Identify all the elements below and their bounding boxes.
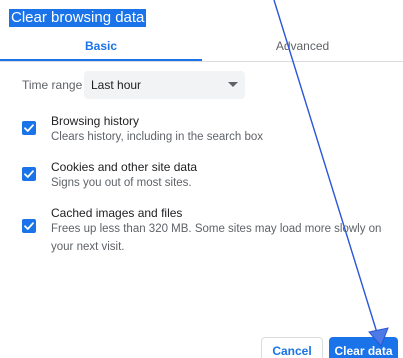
tab-divider [0, 61, 403, 62]
browsing-history-title: Browsing history [51, 114, 140, 128]
tab-basic[interactable]: Basic [0, 34, 202, 62]
time-range-value: Last hour [91, 78, 142, 92]
clear-browsing-data-dialog: Clear browsing data Basic Advanced Time … [0, 0, 403, 358]
tab-bar: Basic Advanced [0, 34, 403, 62]
cookies-checkbox[interactable] [22, 167, 36, 181]
dropdown-arrow-icon [228, 82, 238, 87]
cached-images-title: Cached images and files [51, 206, 183, 220]
tab-advanced[interactable]: Advanced [202, 34, 403, 62]
time-range-label: Time range [22, 78, 83, 92]
cached-images-description: Frees up less than 320 MB. Some sites ma… [51, 223, 382, 253]
browsing-history-description: Clears history, including in the search … [51, 131, 264, 143]
clear-data-button[interactable]: Clear data [329, 337, 398, 358]
checkmark-icon [24, 170, 34, 178]
cookies-title: Cookies and other site data [51, 160, 198, 174]
checkmark-icon [24, 124, 34, 132]
dialog-title: Clear browsing data [9, 9, 147, 27]
cached-images-checkbox[interactable] [22, 219, 36, 233]
time-range-select[interactable]: Last hour [84, 71, 245, 99]
cookies-description: Signs you out of most sites. [51, 177, 192, 189]
browsing-history-checkbox[interactable] [22, 121, 36, 135]
cancel-button[interactable]: Cancel [261, 337, 323, 358]
checkmark-icon [24, 222, 34, 230]
